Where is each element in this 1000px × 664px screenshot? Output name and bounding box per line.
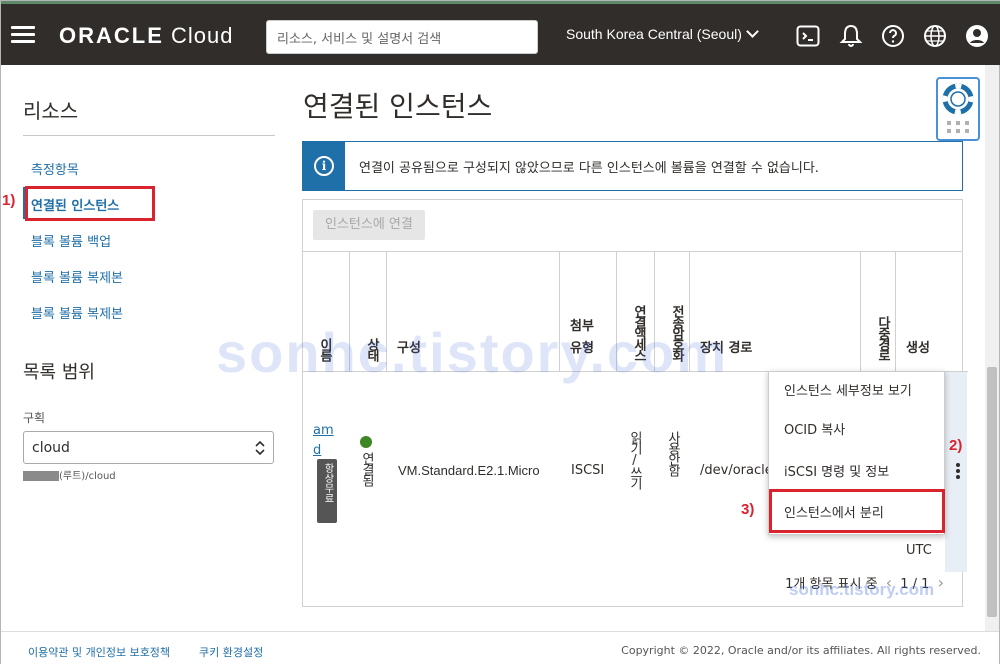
annotation-label-step3: 3): [741, 501, 755, 518]
compartment-breadcrumb: (루트)/cloud: [23, 467, 116, 482]
created-value: UTC: [906, 543, 932, 558]
grip-dots-icon: [947, 121, 969, 133]
column-header-shape[interactable]: 구성: [387, 252, 560, 372]
column-header-encryption[interactable]: 전송암호화: [655, 252, 690, 372]
select-updown-icon: [255, 440, 265, 455]
annotation-label-step1: 1): [2, 192, 16, 209]
scrollbar-thumb[interactable]: [987, 367, 997, 617]
footer: 이용약관 및 개인정보 보호정책 쿠키 환경설정 Copyright © 202…: [1, 631, 999, 664]
attach-to-instance-button[interactable]: 인스턴스에 연결: [313, 210, 425, 240]
redacted-block: [23, 471, 59, 481]
attachment-type-value: ISCSI: [571, 463, 605, 478]
help-icon[interactable]: [881, 24, 905, 48]
encryption-value: 사용안함: [665, 431, 680, 475]
notification-bell-icon[interactable]: [839, 24, 863, 48]
vertical-scrollbar[interactable]: [985, 65, 999, 631]
list-scope-heading: 목록 범위: [23, 362, 95, 383]
state-value: 연결됨: [359, 452, 374, 485]
compartment-select[interactable]: cloud: [23, 431, 274, 464]
column-header-created[interactable]: 생성: [896, 252, 968, 372]
global-search-input[interactable]: 리소스, 서비스 및 설명서 검색: [266, 20, 538, 54]
annotation-box-step1: [25, 186, 155, 221]
column-header-access[interactable]: 연결액세스: [617, 252, 655, 372]
user-profile-icon[interactable]: [965, 24, 989, 48]
sidebar-item-block-volume-clones[interactable]: 블록 볼륨 복제본: [31, 267, 123, 286]
column-header-device-path[interactable]: 장치 경로: [690, 252, 861, 372]
resources-heading: 리소스: [23, 99, 79, 123]
always-free-badge: 항상무료: [317, 459, 337, 523]
top-navigation-bar: ORACLE Cloud 리소스, 서비스 및 설명서 검색 South Kor…: [1, 1, 1000, 65]
sidebar-item-metrics[interactable]: 측정항목: [31, 159, 79, 178]
column-header-attachment-type[interactable]: 첨부 유형: [560, 252, 617, 372]
menu-item-copy-ocid[interactable]: OCID 복사: [784, 419, 845, 438]
lifebuoy-icon: [942, 83, 974, 115]
oracle-cloud-logo[interactable]: ORACLE Cloud: [59, 23, 234, 49]
sidebar-item-block-volume-replicas[interactable]: 블록 볼륨 복제본: [31, 303, 123, 322]
annotation-box-step3: [769, 489, 945, 533]
row-actions-kebab-icon[interactable]: [956, 463, 960, 481]
sidebar-item-block-volume-backups[interactable]: 블록 볼륨 백업: [31, 231, 111, 250]
language-globe-icon[interactable]: [923, 24, 947, 48]
column-header-multipath[interactable]: 다중경로: [861, 252, 896, 372]
region-selector[interactable]: South Korea Central (Seoul): [566, 25, 759, 42]
watermark-small: sonhc.tistory.com: [789, 580, 935, 599]
column-header-name[interactable]: 이름: [303, 252, 350, 372]
page-title: 연결된 인스턴스: [303, 90, 493, 123]
menu-item-iscsi-commands[interactable]: iSCSI 명령 및 정보: [784, 461, 889, 480]
device-path-value: /dev/oracle: [700, 463, 773, 478]
annotation-label-step2: 2): [949, 437, 963, 454]
status-dot-icon: [360, 436, 372, 448]
cloud-shell-icon[interactable]: [796, 24, 820, 48]
next-page-icon[interactable]: ›: [938, 573, 944, 592]
table-header: 이름 상태 구성 첨부 유형 연결액세스 전송암호화 장치 경로 다중경로 생성: [303, 252, 968, 372]
info-icon: i: [314, 156, 334, 176]
main-content-area: 리소스 측정항목 연결된 인스턴스 블록 볼륨 백업 블록 볼륨 복제본 블록 …: [1, 65, 1000, 631]
chevron-down-icon: [746, 25, 759, 38]
divider: [23, 135, 275, 136]
terms-privacy-link[interactable]: 이용약관 및 개인정보 보호정책: [28, 644, 170, 660]
hamburger-menu-icon[interactable]: [11, 26, 35, 44]
info-banner: i 연결이 공유됨으로 구성되지 않았으므로 다른 인스턴스에 볼륨을 연결할 …: [302, 141, 963, 191]
help-widget[interactable]: [936, 77, 980, 141]
shape-value: VM.Standard.E2.1.Micro: [398, 463, 540, 478]
copyright-text: Copyright © 2022, Oracle and/or its affi…: [621, 644, 981, 657]
instance-name-link[interactable]: amd: [313, 421, 335, 461]
menu-item-view-instance-details[interactable]: 인스턴스 세부정보 보기: [784, 380, 912, 399]
compartment-label: 구획: [23, 411, 46, 425]
cookie-preferences-link[interactable]: 쿠키 환경설정: [199, 644, 263, 660]
access-value: 읽기/쓰기: [627, 431, 642, 488]
column-header-state[interactable]: 상태: [350, 252, 387, 372]
table-toolbar: 인스턴스에 연결: [303, 200, 962, 252]
info-message: 연결이 공유됨으로 구성되지 않았으므로 다른 인스턴스에 볼륨을 연결할 수 …: [359, 160, 819, 176]
